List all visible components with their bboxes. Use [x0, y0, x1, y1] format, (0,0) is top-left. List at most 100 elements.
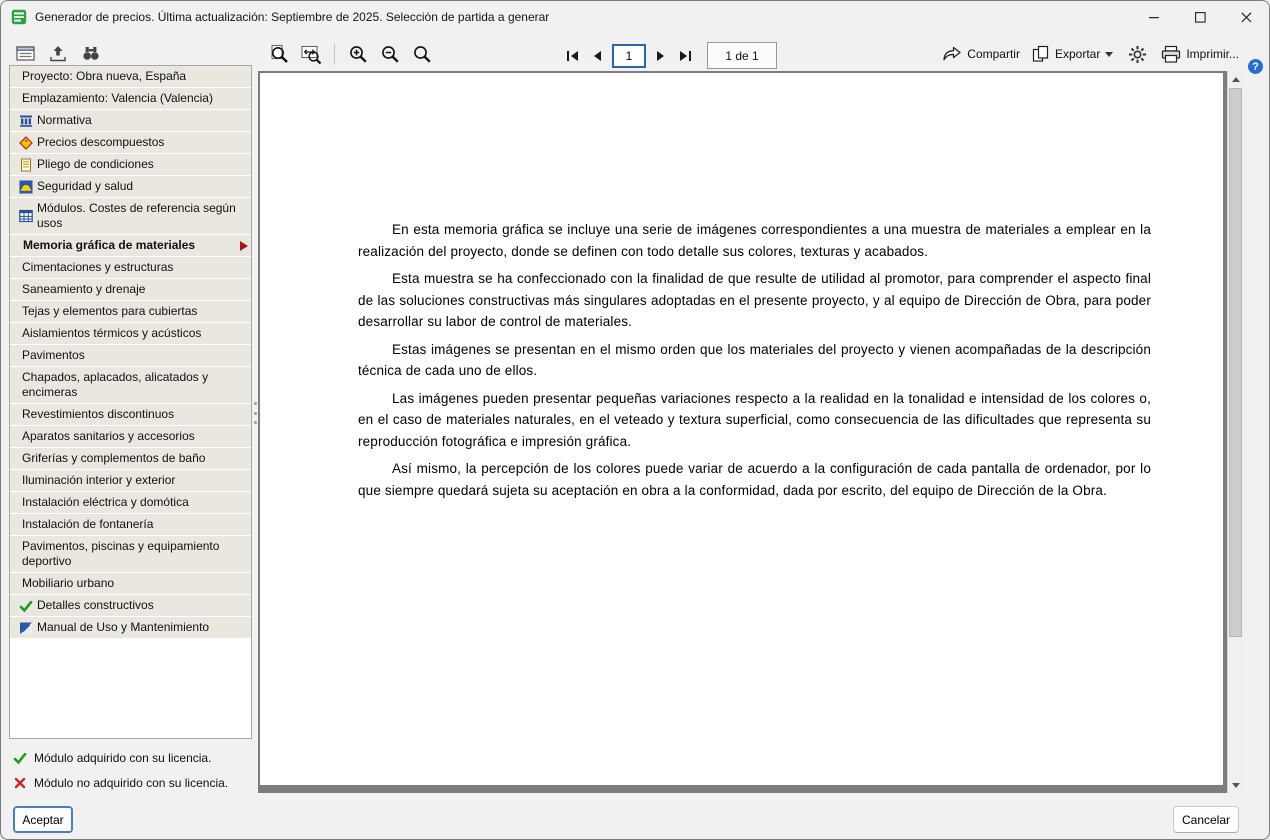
- seguridad-icon: [18, 179, 33, 194]
- toolbar-separator: [334, 43, 335, 65]
- first-page-icon: [567, 51, 578, 61]
- arrow-up-icon: [1232, 76, 1240, 82]
- zoom-out-button[interactable]: [378, 42, 402, 66]
- module-list-panel: Proyecto: Obra nueva, España Emplazamient…: [9, 65, 252, 739]
- sidebar-item[interactable]: Manual de Uso y Mantenimiento: [10, 617, 251, 639]
- close-icon: [1240, 11, 1251, 22]
- first-page-button[interactable]: [564, 47, 582, 65]
- sidebar-item[interactable]: Mobiliario urbano: [10, 573, 251, 595]
- sidebar-item-label: Memoria gráfica de materiales: [23, 238, 196, 252]
- sidebar-item-label: Normativa: [37, 113, 92, 127]
- sidebar-item[interactable]: Instalación eléctrica y domótica: [10, 492, 251, 514]
- share-icon: [943, 46, 961, 61]
- zoom-select-icon: [414, 46, 431, 63]
- search-button[interactable]: [79, 41, 103, 65]
- caption-buttons: [1131, 1, 1269, 33]
- document-text: En esta memoria gráfica se incluye una s…: [260, 73, 1223, 547]
- sidebar-item[interactable]: Revestimientos discontinuos: [10, 404, 251, 426]
- sidebar-item-label: Aparatos sanitarios y accesorios: [22, 429, 195, 443]
- sidebar-item-label: Pliego de condiciones: [37, 157, 154, 171]
- zoom-select-button[interactable]: [410, 42, 434, 66]
- page-number-input[interactable]: [612, 44, 646, 68]
- splitter-dot: [254, 402, 257, 405]
- sidebar-item[interactable]: Pavimentos, piscinas y equipamiento depo…: [10, 536, 251, 573]
- share-button[interactable]: Compartir: [942, 45, 1020, 63]
- zoom-in-icon: [350, 46, 367, 63]
- sidebar-item[interactable]: Pavimentos: [10, 345, 251, 367]
- sidebar-item[interactable]: Cimentaciones y estructuras: [10, 257, 251, 279]
- next-page-button[interactable]: [652, 47, 670, 65]
- zoom-page-button[interactable]: [267, 42, 291, 66]
- maximize-button[interactable]: [1177, 1, 1223, 33]
- help-button[interactable]: ?: [1248, 59, 1263, 74]
- sidebar-item[interactable]: Memoria gráfica de materiales: [10, 235, 251, 257]
- arrow-down-icon: [1232, 782, 1240, 788]
- settings-button[interactable]: [1125, 42, 1149, 66]
- document-paragraph: Esta muestra se ha confeccionado con la …: [358, 271, 1151, 329]
- sidebar-item-label: Cimentaciones y estructuras: [22, 260, 174, 274]
- sidebar-item[interactable]: Seguridad y salud: [10, 176, 251, 198]
- sidebar-item-label: Aislamientos térmicos y acústicos: [22, 326, 202, 340]
- sidebar-item[interactable]: Saneamiento y drenaje: [10, 279, 251, 301]
- print-button[interactable]: Imprimir...: [1161, 45, 1239, 64]
- sidebar-item[interactable]: Instalación de fontanería: [10, 514, 251, 536]
- precios-icon: [18, 135, 33, 150]
- sidebar-item[interactable]: Emplazamiento: Valencia (Valencia): [10, 88, 251, 110]
- splitter-dot: [254, 421, 257, 424]
- close-button[interactable]: [1223, 1, 1269, 33]
- cross-icon: [13, 776, 27, 790]
- sidebar-item-label: Proyecto: Obra nueva, España: [22, 69, 187, 83]
- document-paragraph: En esta memoria gráfica se incluye una s…: [358, 222, 1151, 259]
- manual-icon: [18, 620, 33, 635]
- zoom-out-icon: [382, 46, 399, 63]
- accept-button[interactable]: Aceptar: [13, 806, 73, 833]
- check-icon: [18, 598, 33, 613]
- sidebar-item[interactable]: Aislamientos térmicos y acústicos: [10, 323, 251, 345]
- scroll-down-button[interactable]: [1228, 777, 1244, 793]
- export-up-button[interactable]: [46, 41, 70, 65]
- vertical-scrollbar[interactable]: [1227, 71, 1243, 793]
- sidebar-item[interactable]: Tejas y elementos para cubiertas: [10, 301, 251, 323]
- gear-icon: [1128, 45, 1146, 63]
- scroll-up-button[interactable]: [1228, 71, 1244, 87]
- sidebar-item[interactable]: Griferías y complementos de baño: [10, 448, 251, 470]
- sidebar-item[interactable]: Iluminación interior y exterior: [10, 470, 251, 492]
- scrollbar-thumb[interactable]: [1229, 88, 1242, 637]
- sidebar-item-label: Emplazamiento: Valencia (Valencia): [22, 91, 213, 105]
- zoom-width-button[interactable]: [299, 42, 323, 66]
- sidebar-item[interactable]: Chapados, aplacados, alicatados y encime…: [10, 367, 251, 404]
- sidebar-item-label: Pavimentos, piscinas y equipamiento depo…: [22, 539, 220, 568]
- license-legend: Módulo adquirido con su licencia. Módulo …: [13, 745, 253, 795]
- export-button[interactable]: Exportar: [1032, 45, 1114, 63]
- cancel-button[interactable]: Cancelar: [1173, 806, 1239, 833]
- sidebar-item[interactable]: Aparatos sanitarios y accesorios: [10, 426, 251, 448]
- document-preview-area: En esta memoria gráfica se incluye una s…: [258, 71, 1243, 793]
- document-paragraph: Estas imágenes se presentan en el mismo …: [358, 341, 1151, 379]
- sidebar-item[interactable]: Precios descompuestos: [10, 132, 251, 154]
- document-page: En esta memoria gráfica se incluye una s…: [260, 73, 1223, 785]
- search-binoculars-icon: [83, 47, 99, 60]
- sidebar-item[interactable]: Normativa: [10, 110, 251, 132]
- sidebar-item-label: Mobiliario urbano: [22, 576, 115, 590]
- zoom-in-button[interactable]: [346, 42, 370, 66]
- export-icon: [1032, 45, 1049, 62]
- previous-page-button[interactable]: [588, 47, 606, 65]
- legend-item: Módulo no adquirido con su licencia.: [13, 770, 253, 795]
- print-label: Imprimir...: [1186, 47, 1239, 61]
- export-label: Exportar: [1054, 47, 1101, 61]
- sidebar-item[interactable]: Proyecto: Obra nueva, España: [10, 66, 251, 88]
- sidebar-item[interactable]: Detalles constructivos: [10, 595, 251, 617]
- sidebar-toolbar: [13, 41, 103, 65]
- sidebar-item[interactable]: Pliego de condiciones: [10, 154, 251, 176]
- sidebar-item[interactable]: Módulos. Costes de referencia según usos: [10, 198, 251, 235]
- page-navigation: [564, 43, 694, 69]
- next-page-icon: [657, 51, 664, 61]
- page-count-label: 1 de 1: [707, 42, 777, 69]
- minimize-button[interactable]: [1131, 1, 1177, 33]
- last-page-button[interactable]: [676, 47, 694, 65]
- maximize-icon: [1194, 11, 1206, 23]
- index-panel-button[interactable]: [13, 41, 37, 65]
- zoom-width-icon: [301, 45, 322, 65]
- legend-label: Módulo no adquirido con su licencia.: [34, 775, 229, 790]
- pliego-icon: [18, 157, 33, 172]
